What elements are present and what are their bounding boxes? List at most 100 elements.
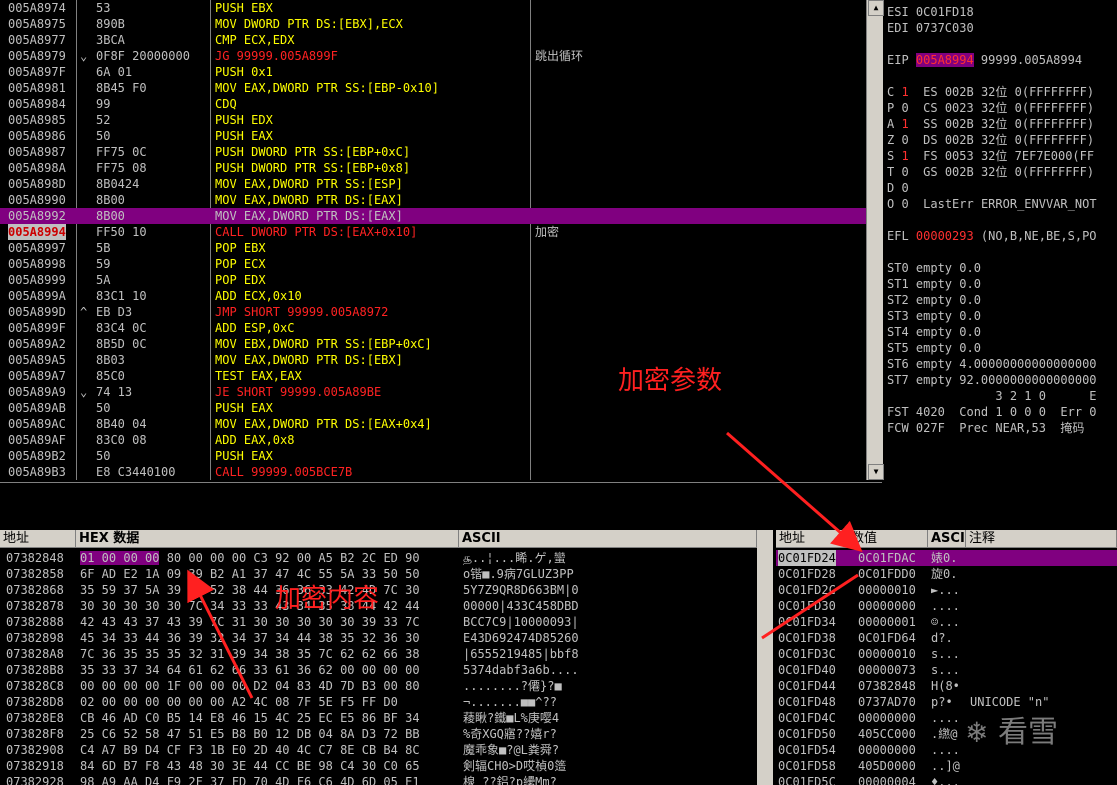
disasm-row[interactable]: 005A89A9 ⌄ 74 13 JE SHORT 99999.005A89BE <box>0 384 866 400</box>
register-row[interactable]: ESI 0C01FD18 <box>887 4 974 20</box>
stack-row[interactable]: 0C01FD28 0C01FDD0 旋0. <box>776 566 1117 582</box>
flag-bit[interactable]: 0 <box>901 165 908 179</box>
disasm-row[interactable]: 005A89B2 50 PUSH EAX <box>0 448 866 464</box>
register-row[interactable]: FST 4020 Cond 1 0 0 0 Err 0 <box>887 404 1097 420</box>
dump-hex-bytes[interactable]: 02 00 00 00 00 00 00 A2 4C 08 7F 5E F5 F… <box>80 694 398 710</box>
dump-row[interactable]: 073828C8 00 00 00 00 1F 00 00 00 D2 04 83… <box>0 678 775 694</box>
dump-row[interactable]: 07382898 45 34 33 44 36 39 32 34 37 34 44… <box>0 630 775 646</box>
dump-row[interactable]: 073828E8 CB 46 AD C0 B5 14 E8 46 15 4C 25… <box>0 710 775 726</box>
disasm-row[interactable]: 005A89A5 8B03 MOV EAX,DWORD PTR DS:[EBX] <box>0 352 866 368</box>
disasm-row[interactable]: 005A89AF 83C0 08 ADD EAX,0x8 <box>0 432 866 448</box>
stack-row[interactable]: 0C01FD34 00000001 ☺... <box>776 614 1117 630</box>
dump-row[interactable]: 07382888 42 43 43 37 43 39 7C 31 30 30 30… <box>0 614 775 630</box>
disasm-row[interactable]: 005A8987 FF75 0C PUSH DWORD PTR SS:[EBP+0x… <box>0 144 866 160</box>
dump-hex-bytes[interactable]: C4 A7 B9 D4 CF F3 1B E0 2D 40 4C C7 8E C… <box>80 742 420 758</box>
register-row[interactable]: EIP 005A8994 99999.005A8994 <box>887 52 1082 68</box>
register-row[interactable]: ST5 empty 0.0 <box>887 340 981 356</box>
disasm-row[interactable]: 005A89AB 50 PUSH EAX <box>0 400 866 416</box>
register-value-efl[interactable]: 00000293 <box>916 229 974 243</box>
dump-header-hex[interactable]: HEX 数据 <box>76 530 459 548</box>
dump-row[interactable]: 07382918 84 6D B7 F8 43 48 30 3E 44 CC BE… <box>0 758 775 774</box>
stack-row[interactable]: 0C01FD48 0737AD70 p?• UNICODE "n" <box>776 694 1117 710</box>
dump-row[interactable]: 07382868 35 59 37 5A 39 51 52 38 44 36 36… <box>0 582 775 598</box>
dump-row[interactable]: 07382858 6F AD E2 1A 09 39 B2 A1 37 47 4C… <box>0 566 775 582</box>
dump-header-ascii[interactable]: ASCII <box>459 530 757 548</box>
register-row[interactable]: Z 0 DS 002B 32位 0(FFFFFFFF) <box>887 132 1094 148</box>
register-row[interactable]: ST7 empty 92.0000000000000000 <box>887 372 1097 388</box>
scroll-down-arrow-icon[interactable]: ▼ <box>868 464 884 480</box>
disasm-row[interactable]: 005A8981 8B45 F0 MOV EAX,DWORD PTR SS:[EBP… <box>0 80 866 96</box>
dump-row[interactable]: 073828F8 25 C6 52 58 47 51 E5 B8 B0 12 DB… <box>0 726 775 742</box>
hex-dump-pane[interactable]: 地址 HEX 数据 ASCII 07382848 01 00 00 00 80 0… <box>0 530 775 785</box>
disasm-row[interactable]: 005A89A2 8B5D 0C MOV EBX,DWORD PTR SS:[EBP… <box>0 336 866 352</box>
disassembly-pane[interactable]: 005A8974 53 PUSH EBX 005A8975 890B MOV DWORD … <box>0 0 866 480</box>
dump-hex-bytes[interactable]: 00 00 00 00 1F 00 00 00 D2 04 83 4D 7D B… <box>80 678 420 694</box>
dump-hex-bytes[interactable]: 84 6D B7 F8 43 48 30 3E 44 CC BE 98 C4 3… <box>80 758 420 774</box>
stack-pane[interactable]: 地址 数值 ASCI 注释 0C01FD24 0C01FDAC 婊0. 0C01FD2… <box>776 530 1117 785</box>
register-row[interactable]: T 0 GS 002B 32位 0(FFFFFFFF) <box>887 164 1094 180</box>
register-value-eip[interactable]: 005A8994 <box>915 53 974 67</box>
dump-row[interactable]: 073828D8 02 00 00 00 00 00 00 A2 4C 08 7F… <box>0 694 775 710</box>
disasm-row[interactable]: 005A898D 8B0424 MOV EAX,DWORD PTR SS:[ESP] <box>0 176 866 192</box>
dump-row[interactable]: 073828A8 7C 36 35 35 35 32 31 39 34 38 35… <box>0 646 775 662</box>
stack-row[interactable]: 0C01FD54 00000000.... <box>776 742 1117 758</box>
flag-bit[interactable]: 0 <box>901 181 908 195</box>
stack-header-comment[interactable]: 注释 <box>966 530 1117 548</box>
register-row[interactable]: ST2 empty 0.0 <box>887 292 981 308</box>
disasm-row[interactable]: 005A8997 5B POP EBX <box>0 240 866 256</box>
dump-row[interactable]: 073828B8 35 33 37 34 64 61 62 66 33 61 36… <box>0 662 775 678</box>
disasm-row[interactable]: 005A8974 53 PUSH EBX <box>0 0 866 16</box>
stack-row[interactable]: 0C01FD38 0C01FD64 d?. <box>776 630 1117 646</box>
disasm-row[interactable]: 005A899D ^ EB D3 JMP SHORT 99999.005A8972 <box>0 304 866 320</box>
dump-header-address[interactable]: 地址 <box>0 530 76 548</box>
register-row[interactable]: ST0 empty 0.0 <box>887 260 981 276</box>
flag-bit[interactable]: 1 <box>901 117 908 131</box>
stack-row[interactable]: 0C01FD3C 00000010 s... <box>776 646 1117 662</box>
disasm-row[interactable]: 005A897F 6A 01 PUSH 0x1 <box>0 64 866 80</box>
register-row[interactable]: P 0 CS 0023 32位 0(FFFFFFFF) <box>887 100 1094 116</box>
disasm-row[interactable]: 005A8984 99 CDQ <box>0 96 866 112</box>
dump-selected-bytes[interactable]: 01 00 00 00 <box>80 551 160 565</box>
register-row[interactable]: ST4 empty 0.0 <box>887 324 981 340</box>
dump-row[interactable]: 07382848 01 00 00 00 80 00 00 00 C3 92 00… <box>0 550 775 566</box>
stack-row[interactable]: 0C01FD2C 00000010 ►... <box>776 582 1117 598</box>
disasm-row[interactable]: 005A899A 83C1 10 ADD ECX,0x10 <box>0 288 866 304</box>
disasm-row[interactable]: 005A89A7 85C0 TEST EAX,EAX <box>0 368 866 384</box>
register-row[interactable]: D 0 <box>887 180 909 196</box>
register-row[interactable]: A 1 SS 002B 32位 0(FFFFFFFF) <box>887 116 1094 132</box>
register-row[interactable]: O 0 LastErr ERROR_ENVVAR_NOT <box>887 196 1097 212</box>
stack-row[interactable]: 0C01FD44 07382848 H(8• <box>776 678 1117 694</box>
dump-row[interactable]: 07382878 30 30 30 30 30 7C 34 33 33 43 34… <box>0 598 775 614</box>
flag-bit[interactable]: 0 <box>901 101 908 115</box>
stack-row[interactable]: 0C01FD4C 00000000.... <box>776 710 1117 726</box>
register-row[interactable]: C 1 ES 002B 32位 0(FFFFFFFF) <box>887 84 1094 100</box>
registers-pane[interactable]: ESI 0C01FD18 EDI 0737C030 EIP 005A8994 999… <box>884 0 1117 528</box>
disasm-row[interactable]: 005A8990 8B00 MOV EAX,DWORD PTR DS:[EAX] <box>0 192 866 208</box>
dump-row[interactable]: 07382908 C4 A7 B9 D4 CF F3 1B E0 2D 40 4C… <box>0 742 775 758</box>
dump-hex-bytes[interactable]: 42 43 43 37 43 39 7C 31 30 30 30 30 30 3… <box>80 614 420 630</box>
disasm-row[interactable]: 005A8999 5A POP EDX <box>0 272 866 288</box>
disasm-row[interactable]: 005A8985 52 PUSH EDX <box>0 112 866 128</box>
disasm-row[interactable]: 005A8986 50 PUSH EAX <box>0 128 866 144</box>
register-row[interactable]: ST3 empty 0.0 <box>887 308 981 324</box>
disasm-row[interactable]: 005A8994 FF50 10 CALL DWORD PTR DS:[EAX+0x… <box>0 224 866 240</box>
flag-bit[interactable]: 1 <box>901 85 908 99</box>
stack-header-value[interactable]: 数值 <box>848 530 928 548</box>
disasm-row[interactable]: 005A8977 3BCA CMP ECX,EDX <box>0 32 866 48</box>
register-row[interactable]: ST6 empty 4.00000000000000000 <box>887 356 1097 372</box>
register-row[interactable]: 3 2 1 0 E <box>887 388 1096 404</box>
dump-hex-bytes[interactable]: 45 34 33 44 36 39 32 34 37 34 44 38 35 3… <box>80 630 420 646</box>
disasm-row[interactable]: 005A898A FF75 08 PUSH DWORD PTR SS:[EBP+0x… <box>0 160 866 176</box>
flag-bit[interactable]: 0 <box>901 133 908 147</box>
dump-hex-bytes[interactable]: 01 00 00 00 80 00 00 00 C3 92 00 A5 B2 2… <box>80 550 420 566</box>
disasm-row[interactable]: 005A899F 83C4 0C ADD ESP,0xC <box>0 320 866 336</box>
disassembly-scrollbar[interactable]: ▲ ▼ <box>866 0 884 480</box>
disasm-row[interactable]: 005A8975 890B MOV DWORD PTR DS:[EBX],ECX <box>0 16 866 32</box>
flag-bit[interactable]: 1 <box>901 149 908 163</box>
dump-hex-bytes[interactable]: CB 46 AD C0 B5 14 E8 46 15 4C 25 EC E5 8… <box>80 710 420 726</box>
register-row[interactable]: ST1 empty 0.0 <box>887 276 981 292</box>
register-row[interactable]: FCW 027F Prec NEAR,53 掩码 <box>887 420 1084 436</box>
stack-row[interactable]: 0C01FD24 0C01FDAC 婊0. <box>776 550 1117 566</box>
stack-row[interactable]: 0C01FD30 00000000.... <box>776 598 1117 614</box>
stack-header-address[interactable]: 地址 <box>776 530 848 548</box>
